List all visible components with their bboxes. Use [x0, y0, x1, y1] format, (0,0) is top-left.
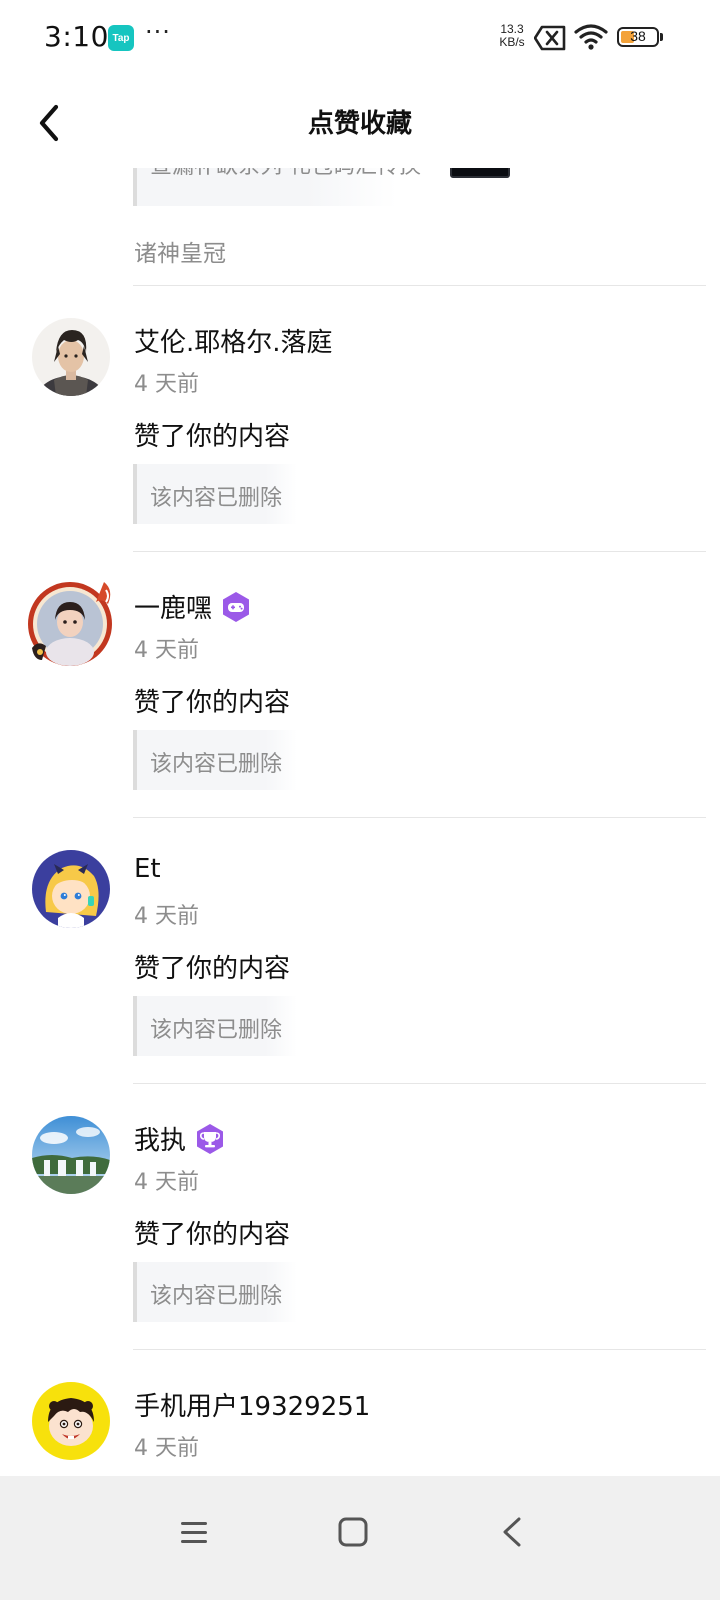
menu-icon — [181, 1522, 207, 1543]
list-item-partial[interactable]: 查漏补缺系列 礼包码汇传换 诸神皇冠 — [0, 168, 720, 286]
username-text: 我执 — [134, 1126, 187, 1156]
avatar[interactable] — [24, 574, 120, 670]
battery-percent: 38 — [630, 28, 646, 44]
home-square-icon — [338, 1517, 368, 1547]
network-speed: 13.3 KB/s — [494, 23, 530, 49]
timestamp: 4 天前 — [134, 372, 199, 397]
list-item[interactable]: 手机用户19329251 4 天前 — [0, 1350, 720, 1476]
username-text: 手机用户19329251 — [134, 1392, 371, 1422]
wifi-icon — [574, 24, 608, 50]
screen: 3:10 Tap ··· 13.3 KB/s 38 点赞收藏 诸神皇冠 艾伦.耶… — [0, 0, 720, 1600]
timestamp: 4 天前 — [134, 638, 199, 663]
action-text: 赞了你的内容 — [134, 1220, 291, 1250]
status-bar: 3:10 Tap ··· 13.3 KB/s 38 — [0, 0, 720, 78]
quoted-content-text: 该内容已删除 — [150, 1018, 283, 1043]
cartoon-kid-avatar-icon — [32, 1382, 110, 1460]
list-item[interactable]: 我执 4 天前 赞了你的内容 该内容已删除 — [0, 1084, 720, 1350]
cartoon-girl-avatar-icon — [32, 850, 110, 928]
header: 点赞收藏 — [0, 78, 720, 168]
network-speed-unit: KB/s — [499, 35, 525, 49]
more-notifications-icon: ··· — [145, 18, 171, 46]
trophy-badge-icon[interactable] — [194, 1123, 226, 1155]
username-text: 艾伦.耶格尔.落庭 — [134, 328, 333, 358]
anime-character-avatar-icon — [32, 318, 110, 396]
system-nav-bar — [0, 1476, 720, 1600]
timestamp: 4 天前 — [134, 1436, 199, 1461]
game-name[interactable]: 诸神皇冠 — [134, 234, 226, 268]
action-text: 赞了你的内容 — [134, 688, 291, 718]
quoted-content-text: 查漏补缺系列 礼包码汇传换 — [150, 168, 421, 180]
username[interactable]: 艾伦.耶格尔.落庭 — [134, 322, 333, 359]
list-item[interactable]: Et 4 天前 赞了你的内容 该内容已删除 — [0, 818, 720, 1084]
menu-button[interactable] — [164, 1502, 224, 1562]
username-text: 一鹿嘿 — [134, 594, 213, 624]
timestamp: 4 天前 — [134, 1170, 199, 1195]
nav-back-button[interactable] — [482, 1502, 542, 1562]
timestamp: 4 天前 — [134, 904, 199, 929]
battery-cap — [660, 33, 663, 41]
avatar[interactable] — [32, 1116, 110, 1194]
username[interactable]: 手机用户19329251 — [134, 1386, 370, 1423]
home-button[interactable] — [323, 1502, 383, 1562]
notification-list[interactable]: 查漏补缺系列 礼包码汇传换 诸神皇冠 艾伦.耶格尔.落 — [0, 168, 720, 1476]
gamepad-badge-icon[interactable] — [220, 591, 252, 623]
quoted-content-text: 该内容已删除 — [150, 486, 283, 511]
quoted-content-text: 该内容已删除 — [150, 1284, 283, 1309]
battery-icon: 38 — [617, 27, 659, 47]
avatar[interactable] — [32, 318, 110, 396]
no-sim-icon — [534, 25, 566, 51]
username-text: Et — [134, 854, 161, 884]
page-title: 点赞收藏 — [307, 109, 412, 139]
list-item[interactable]: 一鹿嘿 4 天前 赞了你的内容 该内容已删除 — [0, 552, 720, 818]
waterfall-landscape-avatar-icon — [32, 1116, 110, 1194]
action-text: 赞了你的内容 — [134, 422, 291, 452]
username[interactable]: 一鹿嘿 — [134, 588, 252, 625]
username[interactable]: Et — [134, 854, 161, 884]
content-thumbnail[interactable] — [450, 168, 510, 178]
avatar[interactable] — [32, 850, 110, 928]
username[interactable]: 我执 — [134, 1120, 226, 1157]
quoted-content-text: 该内容已删除 — [150, 752, 283, 777]
avatar[interactable] — [32, 1382, 110, 1460]
taptap-app-icon: Tap — [108, 25, 134, 51]
back-triangle-icon — [503, 1517, 521, 1547]
action-text: 赞了你的内容 — [134, 954, 291, 984]
list-item[interactable]: 艾伦.耶格尔.落庭 4 天前 赞了你的内容 该内容已删除 — [0, 286, 720, 552]
status-time: 3:10 — [44, 20, 109, 53]
